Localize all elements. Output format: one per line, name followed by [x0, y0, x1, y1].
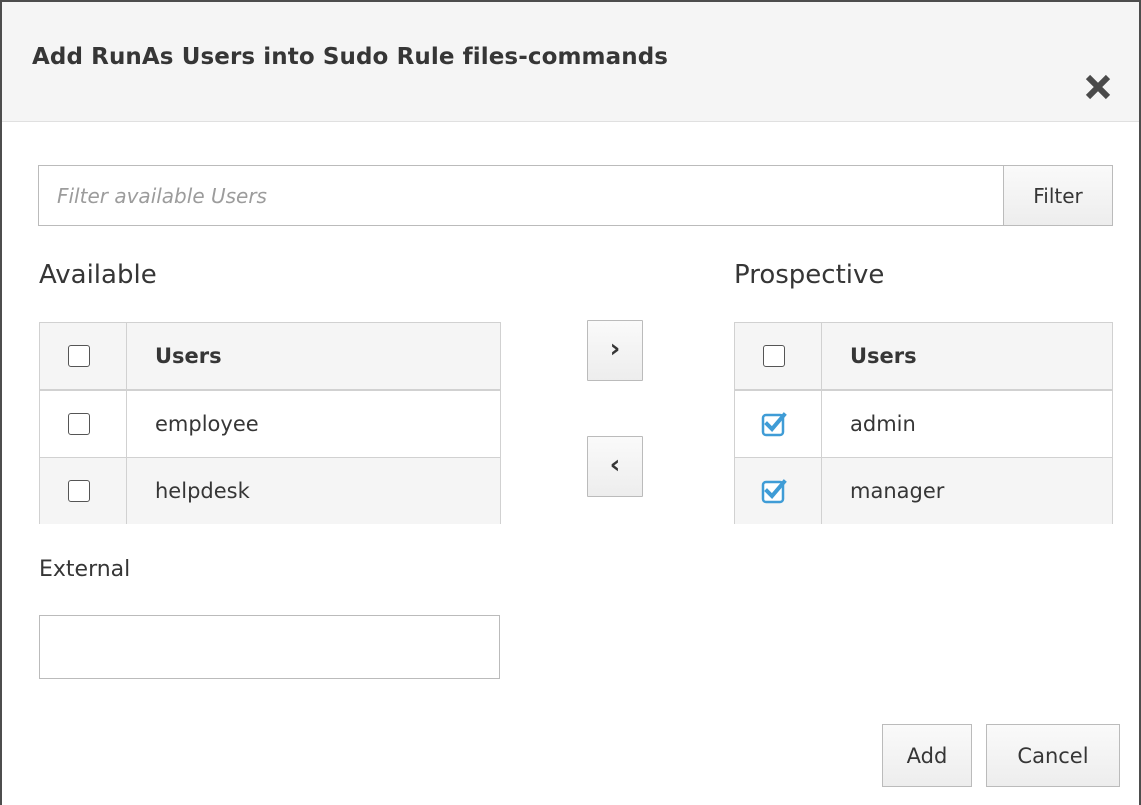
user-name: helpdesk [155, 479, 250, 503]
close-button[interactable] [1083, 72, 1113, 102]
filter-button[interactable]: Filter [1003, 165, 1113, 226]
header-check-cell [735, 323, 822, 389]
column-header-users: Users [155, 344, 222, 368]
row-check-cell [40, 391, 127, 457]
select-all-prospective-checkbox[interactable] [763, 345, 785, 367]
move-left-button[interactable]: ‹ [587, 436, 643, 497]
checked-checkbox[interactable] [761, 478, 787, 504]
chevron-left-icon: ‹ [609, 450, 621, 480]
table-row[interactable]: employee [40, 390, 500, 457]
checked-checkbox[interactable] [761, 411, 787, 437]
add-runas-users-dialog: Add RunAs Users into Sudo Rule files-com… [0, 0, 1141, 805]
row-checkbox[interactable] [68, 413, 90, 435]
dialog-title: Add RunAs Users into Sudo Rule files-com… [32, 44, 669, 70]
available-label: Available [39, 260, 157, 290]
table-header-row: Users [735, 323, 1112, 390]
add-button[interactable]: Add [882, 724, 972, 787]
row-check-cell [735, 391, 822, 457]
filter-group: Filter [38, 165, 1113, 226]
user-name: admin [850, 412, 916, 436]
column-header-users: Users [850, 344, 917, 368]
user-name: employee [155, 412, 259, 436]
table-row[interactable]: admin [735, 390, 1112, 457]
row-checkbox[interactable] [68, 480, 90, 502]
close-icon [1085, 74, 1111, 100]
row-check-cell [40, 458, 127, 524]
prospective-label: Prospective [734, 260, 885, 290]
prospective-users-table: Users admin manager [734, 322, 1113, 524]
chevron-right-icon: › [609, 334, 621, 364]
header-check-cell [40, 323, 127, 389]
user-name: manager [850, 479, 945, 503]
row-check-cell [735, 458, 822, 524]
external-label: External [39, 557, 131, 582]
table-header-row: Users [40, 323, 500, 390]
table-row[interactable]: manager [735, 457, 1112, 524]
dialog-header: Add RunAs Users into Sudo Rule files-com… [2, 2, 1139, 122]
cancel-button[interactable]: Cancel [986, 724, 1120, 787]
table-row[interactable]: helpdesk [40, 457, 500, 524]
move-right-button[interactable]: › [587, 320, 643, 381]
filter-input[interactable] [38, 165, 1003, 226]
available-users-table: Users employee helpdesk [39, 322, 501, 524]
select-all-available-checkbox[interactable] [68, 345, 90, 367]
external-input[interactable] [39, 615, 500, 679]
